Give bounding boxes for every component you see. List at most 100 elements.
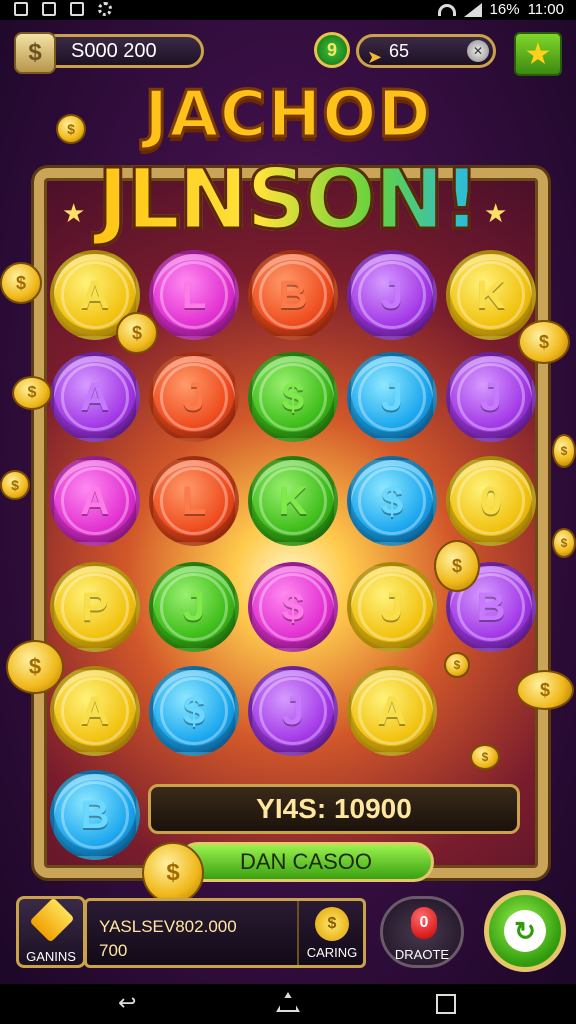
coin-tile[interactable]: L	[149, 250, 239, 340]
clock: 11:00	[527, 1, 564, 18]
draote-label: DRAOTE	[394, 947, 450, 962]
xp-display: ➤ 65 ✕	[356, 34, 496, 68]
game-title-line1: JACHOD	[143, 77, 432, 154]
flying-coin-icon: $	[444, 652, 470, 678]
coin-tile[interactable]: K	[248, 456, 338, 546]
coin-tile[interactable]: J	[149, 562, 239, 652]
games-label: GANINS	[26, 949, 76, 964]
status-right: 16% 11:00	[437, 1, 564, 18]
flying-coin-icon: $	[552, 528, 576, 558]
coin-letter: $	[160, 677, 228, 745]
flying-coin-icon: $	[552, 434, 576, 468]
coin-letter: 0	[457, 467, 525, 535]
balance-display: S000 200	[40, 34, 204, 68]
coin-letter: A	[61, 467, 129, 535]
coin-tile[interactable]: J	[347, 562, 437, 652]
coin-tile[interactable]: J	[149, 352, 239, 442]
coin-tile[interactable]: 0	[446, 456, 536, 546]
notification-icons	[14, 2, 112, 16]
coin-tile[interactable]: $	[347, 456, 437, 546]
navigation-bar: ↩	[0, 984, 576, 1024]
coin-letter: L	[160, 467, 228, 535]
draote-button[interactable]: 0 DRAOTE	[380, 896, 464, 968]
coin-letter: J	[457, 363, 525, 431]
flying-coin-icon: $	[434, 540, 480, 592]
lightning-icon	[29, 897, 75, 943]
coin-tile[interactable]: A	[347, 666, 437, 756]
arrow-icon: ➤	[367, 47, 383, 67]
coin-letter: J	[358, 363, 426, 431]
xp-value: 65	[389, 41, 410, 61]
flying-coin-icon: $	[116, 312, 158, 354]
coin-tile[interactable]: K	[446, 250, 536, 340]
coin-tile[interactable]: J	[347, 352, 437, 442]
caring-button[interactable]: $ CARING	[297, 901, 365, 965]
coin-letter: J	[358, 261, 426, 329]
coin-letter: A	[61, 261, 129, 329]
coin-tile[interactable]: $	[248, 562, 338, 652]
games-button[interactable]: GANINS	[16, 896, 86, 968]
flying-coin-icon: $	[518, 320, 570, 364]
coin-letter: J	[160, 363, 228, 431]
sparkle-icon: ★	[62, 198, 86, 228]
flying-coin-icon: $	[0, 470, 30, 500]
dollar-icon: $	[28, 39, 42, 66]
coin-icon: $	[315, 907, 349, 941]
coin-tile[interactable]: B	[248, 250, 338, 340]
refresh-icon: ↻	[504, 910, 546, 952]
sparkle-icon: ★	[484, 198, 508, 228]
play-button[interactable]: ↻	[484, 890, 566, 972]
bet-panel: YASLSEV802.000 700 $ CARING	[84, 898, 366, 968]
coin-letter: $	[259, 363, 327, 431]
flying-coin-icon: $	[56, 114, 86, 144]
home-icon[interactable]	[276, 992, 300, 1012]
coin-tile[interactable]: J	[248, 666, 338, 756]
coin-tile[interactable]: J	[446, 352, 536, 442]
wifi-icon	[437, 3, 456, 16]
coin-letter: K	[259, 467, 327, 535]
coin-letter: P	[61, 573, 129, 641]
signal-icon	[463, 2, 482, 17]
back-icon[interactable]: ↩	[118, 992, 140, 1014]
coin-tile[interactable]: L	[149, 456, 239, 546]
flying-coin-icon: $	[142, 842, 204, 904]
coin-tile[interactable]: $	[149, 666, 239, 756]
coin-letter: $	[259, 573, 327, 641]
notification-icon	[14, 2, 28, 16]
spin-button[interactable]: DAN CASOO	[178, 842, 434, 882]
recent-apps-icon[interactable]	[436, 994, 456, 1014]
bet-line2: 700	[99, 941, 128, 960]
currency-icon[interactable]: $	[14, 32, 56, 74]
coin-tile[interactable]: $	[248, 352, 338, 442]
level-value: 9	[326, 39, 337, 60]
badge-icon: 0	[411, 907, 437, 939]
coin-letter: L	[160, 261, 228, 329]
settings-icon	[98, 2, 112, 16]
coin-tile[interactable]: B	[50, 770, 140, 860]
flying-coin-icon: $	[0, 262, 42, 304]
coin-tile[interactable]: A	[50, 456, 140, 546]
coin-tile[interactable]: J	[347, 250, 437, 340]
coin-letter: J	[358, 573, 426, 641]
favorites-button[interactable]: ★	[514, 32, 562, 76]
bet-line1: YASLSEV802.000	[99, 917, 237, 936]
coin-tile[interactable]: A	[50, 352, 140, 442]
star-icon: ★	[524, 37, 552, 71]
flying-coin-icon: $	[516, 670, 574, 710]
win-display: YI4S: 10900	[148, 784, 520, 834]
coin-letter: B	[61, 781, 129, 849]
battery-percent: 16%	[489, 1, 520, 18]
expand-icon[interactable]: ✕	[467, 40, 489, 62]
coin-letter: A	[61, 677, 129, 745]
coin-letter: J	[160, 573, 228, 641]
balance-value: S000 200	[71, 40, 157, 62]
coin-tile[interactable]: P	[50, 562, 140, 652]
coin-letter: A	[358, 677, 426, 745]
status-bar: 16% 11:00	[0, 0, 576, 20]
notification-icon	[42, 2, 56, 16]
coin-letter: J	[259, 677, 327, 745]
caring-label: CARING	[306, 945, 358, 960]
coin-letter: B	[259, 261, 327, 329]
coin-tile[interactable]: A	[50, 666, 140, 756]
coin-letter: A	[61, 363, 129, 431]
